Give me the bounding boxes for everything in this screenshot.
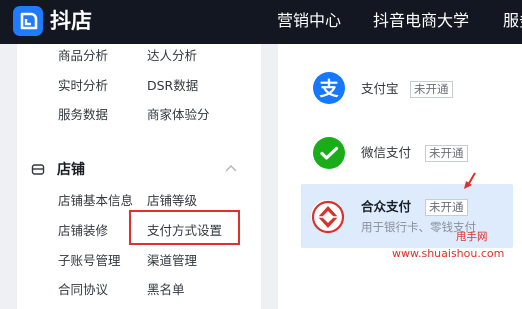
menu-merchant-experience-score[interactable]: 商家体验分 xyxy=(147,106,210,124)
status-badge-wechat: 未开通 xyxy=(425,145,468,162)
menu-realtime-analysis[interactable]: 实时分析 xyxy=(58,77,108,95)
wechat-pay-icon xyxy=(313,137,345,169)
nav-services[interactable]: 服务 xyxy=(503,10,522,32)
doudian-logo-icon[interactable] xyxy=(13,6,43,36)
status-badge-alipay: 未开通 xyxy=(410,81,453,98)
top-nav-bar: 抖店 营销中心 抖音电商大学 服务 xyxy=(0,0,522,44)
payment-name-hezhong[interactable]: 合众支付 xyxy=(361,198,411,216)
nav-marketing-center[interactable]: 营销中心 xyxy=(277,10,341,32)
menu-store-decoration[interactable]: 店铺装修 xyxy=(58,222,108,240)
sidebar-menu: 商品分析 达人分析 实时分析 DSR数据 服务数据 商家体验分 店铺 店铺基本信… xyxy=(17,44,261,309)
store-icon xyxy=(31,164,45,175)
annotation-highlight-box xyxy=(129,210,240,245)
menu-channel-management[interactable]: 渠道管理 xyxy=(147,252,197,270)
menu-sub-account-management[interactable]: 子账号管理 xyxy=(58,252,121,270)
menu-blacklist[interactable]: 黑名单 xyxy=(147,281,185,299)
alipay-icon: 支 xyxy=(313,72,345,104)
status-badge-hezhong: 未开通 xyxy=(425,199,468,216)
payment-name-wechat[interactable]: 微信支付 xyxy=(361,144,411,162)
chevron-up-icon[interactable] xyxy=(225,164,237,172)
menu-store-level[interactable]: 店铺等级 xyxy=(147,192,197,210)
menu-service-data[interactable]: 服务数据 xyxy=(58,106,108,124)
menu-influencer-analysis[interactable]: 达人分析 xyxy=(147,47,197,65)
logo-text[interactable]: 抖店 xyxy=(50,7,92,35)
section-title-store[interactable]: 店铺 xyxy=(57,161,85,179)
menu-contract-agreement[interactable]: 合同协议 xyxy=(58,281,108,299)
menu-dsr-data[interactable]: DSR数据 xyxy=(147,77,198,95)
nav-ecommerce-university[interactable]: 抖音电商大学 xyxy=(373,10,469,32)
watermark-brand: 甩手网 xyxy=(456,231,488,243)
svg-text:支: 支 xyxy=(318,78,339,100)
payment-name-alipay[interactable]: 支付宝 xyxy=(361,80,399,98)
menu-product-analysis[interactable]: 商品分析 xyxy=(58,47,108,65)
hezhong-pay-icon xyxy=(311,200,345,234)
annotation-arrow-icon xyxy=(464,172,476,189)
watermark-url: www.shuaishou.com xyxy=(392,247,505,260)
menu-store-basic-info[interactable]: 店铺基本信息 xyxy=(58,192,133,210)
